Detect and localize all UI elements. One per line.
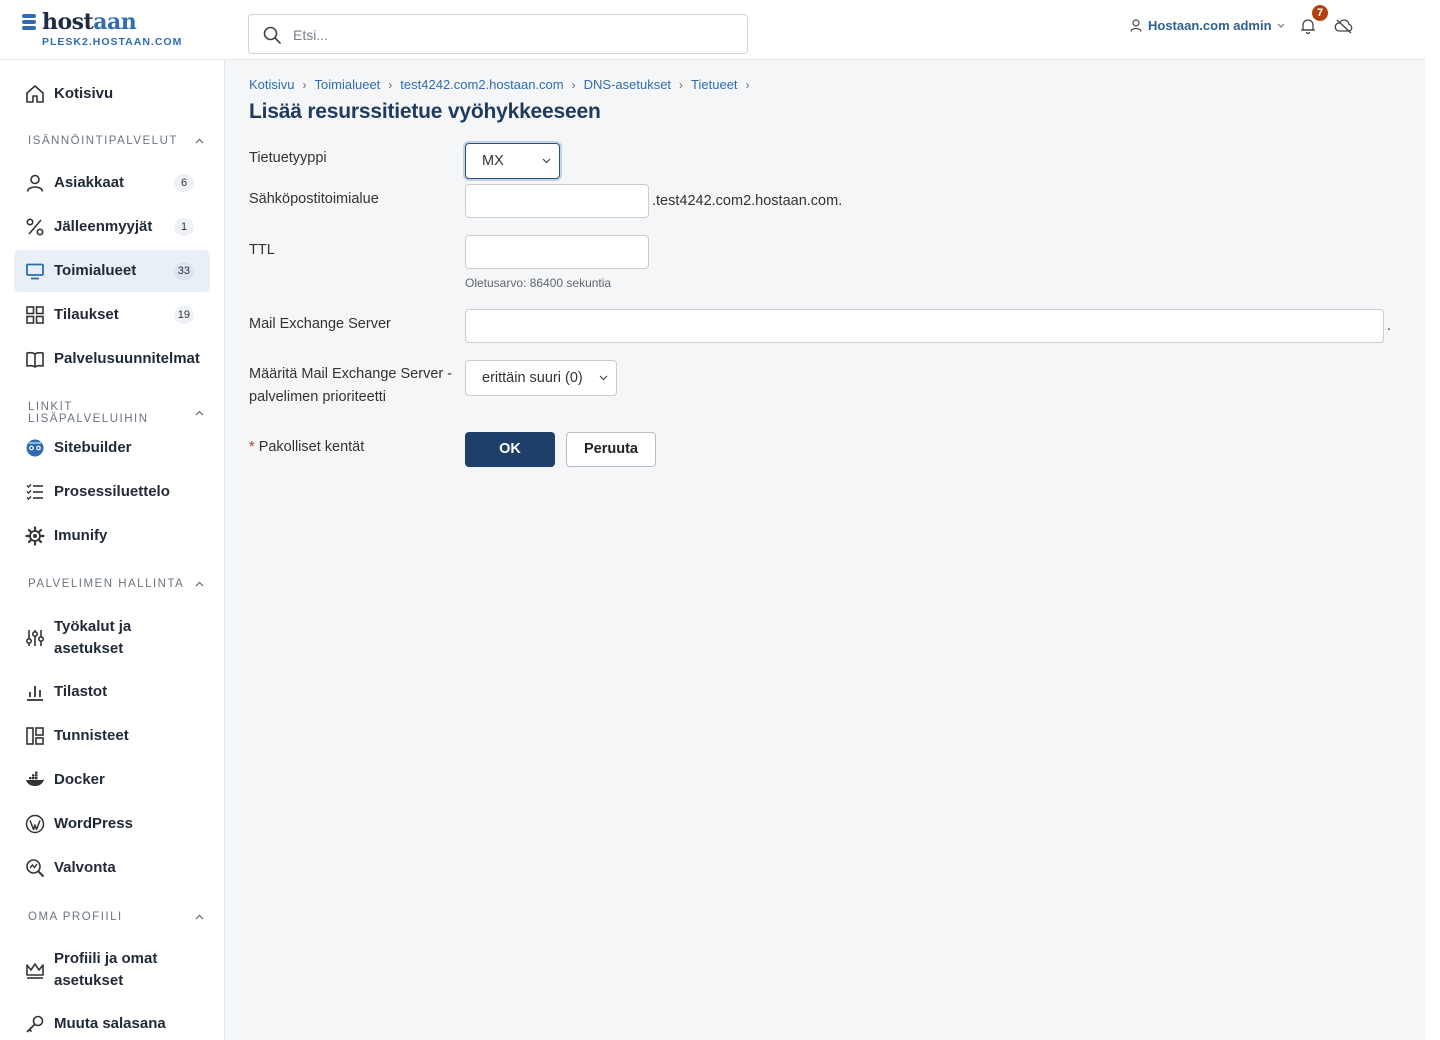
search-icon	[263, 26, 281, 44]
mx-server-input[interactable]	[465, 309, 1384, 343]
wordpress-icon	[24, 813, 46, 835]
brand-logo[interactable]: hostaan PLESK2.HOSTAAN.COM	[22, 10, 182, 48]
grid-icon	[24, 304, 46, 326]
sidebar-item-docker[interactable]: Docker	[14, 759, 210, 801]
mail-domain-label: Sähköpostitoimialue	[249, 191, 379, 207]
cancel-button[interactable]: Peruuta	[566, 432, 656, 467]
server-stack-icon	[22, 13, 36, 31]
breadcrumb: Kotisivu › Toimialueet › test4242.com2.h…	[249, 77, 758, 92]
gear-shield-icon	[24, 525, 46, 547]
sidebar-item-wordpress[interactable]: WordPress	[14, 803, 210, 845]
section-hosting-services[interactable]: ISÄNNÖINTIPALVELUT	[28, 135, 204, 147]
mail-domain-input[interactable]	[465, 184, 649, 218]
sidebar-item-customers[interactable]: Asiakkaat 6	[14, 162, 210, 204]
chevron-right-icon: ›	[745, 77, 750, 92]
monitor-icon	[24, 260, 46, 282]
cloud-status-button[interactable]	[1334, 17, 1354, 40]
breadcrumb-dns-settings[interactable]: DNS-asetukset	[584, 77, 671, 92]
sliders-icon	[24, 627, 46, 649]
chevron-up-icon	[195, 410, 204, 416]
chevron-right-icon: ›	[388, 77, 393, 92]
section-extension-links[interactable]: LINKIT LISÄPALVELUIHIN	[28, 401, 204, 425]
user-icon	[24, 172, 46, 194]
checklist-icon	[24, 481, 46, 503]
page-title: Lisää resurssitietue vyöhykkeeseen	[249, 100, 601, 123]
ok-button[interactable]: OK	[465, 432, 555, 467]
mail-domain-suffix: .test4242.com2.hostaan.com.	[652, 193, 843, 209]
crown-icon	[24, 959, 46, 981]
tag-blocks-icon	[24, 725, 46, 747]
sitebuilder-icon	[24, 437, 46, 459]
sidebar-item-profile-settings[interactable]: Profiili ja omat asetukset	[14, 945, 210, 995]
user-icon	[1130, 19, 1142, 32]
mx-server-label: Mail Exchange Server	[249, 316, 391, 332]
docker-icon	[24, 769, 46, 791]
record-type-label: Tietuetyyppi	[249, 150, 327, 166]
chevron-down-icon	[1277, 23, 1284, 28]
ttl-label: TTL	[249, 242, 275, 258]
breadcrumb-home[interactable]: Kotisivu	[249, 77, 295, 92]
priority-select[interactable]: erittäin suuri (0)	[465, 360, 617, 396]
user-name: Hostaan.com admin	[1148, 18, 1272, 33]
magnifier-chart-icon	[24, 857, 46, 879]
user-menu[interactable]: Hostaan.com admin	[1130, 18, 1291, 33]
home-icon	[24, 83, 46, 105]
breadcrumb-domains[interactable]: Toimialueet	[315, 77, 381, 92]
bar-chart-icon	[24, 681, 46, 703]
sidebar-item-statistics[interactable]: Tilastot	[14, 671, 210, 713]
main-content: Kotisivu › Toimialueet › test4242.com2.h…	[225, 60, 1425, 1040]
chevron-right-icon: ›	[571, 77, 576, 92]
sidebar-item-tools-settings[interactable]: Työkalut ja asetukset	[14, 613, 210, 663]
section-my-profile[interactable]: OMA PROFIILI	[28, 911, 204, 923]
breadcrumb-domain[interactable]: test4242.com2.hostaan.com	[400, 77, 563, 92]
server-hostname: PLESK2.HOSTAAN.COM	[42, 36, 183, 48]
count-badge: 6	[174, 174, 194, 192]
cloud-off-icon	[1334, 19, 1353, 34]
search-box[interactable]	[248, 14, 748, 54]
chevron-up-icon	[195, 581, 204, 587]
count-badge: 1	[174, 218, 194, 236]
sidebar-item-subscriptions[interactable]: Tilaukset 19	[14, 294, 210, 336]
sidebar-item-imunify[interactable]: Imunify	[14, 515, 210, 557]
count-badge: 33	[173, 262, 194, 280]
sidebar-item-monitoring[interactable]: Valvonta	[14, 847, 210, 889]
sidebar-item-sitebuilder[interactable]: Sitebuilder	[14, 427, 210, 469]
top-header: hostaan PLESK2.HOSTAAN.COM Hostaan.com a…	[0, 0, 1425, 60]
sidebar-item-process-list[interactable]: Prosessiluettelo	[14, 471, 210, 513]
chevron-down-icon	[542, 158, 551, 164]
chevron-up-icon	[195, 914, 204, 920]
brand-name: hostaan	[42, 9, 137, 35]
sidebar-item-home[interactable]: Kotisivu	[14, 73, 210, 115]
section-server-management[interactable]: PALVELIMEN HALLINTA	[28, 578, 204, 590]
required-fields-note: * Pakolliset kentät	[249, 439, 365, 455]
ttl-hint: Oletusarvo: 86400 sekuntia	[465, 276, 612, 290]
sidebar-item-tags[interactable]: Tunnisteet	[14, 715, 210, 757]
notification-count-badge: 7	[1312, 5, 1328, 21]
breadcrumb-records[interactable]: Tietueet	[691, 77, 738, 92]
book-icon	[24, 348, 46, 370]
sidebar-item-resellers[interactable]: Jälleenmyyjät 1	[14, 206, 210, 248]
percent-icon	[24, 216, 46, 238]
chevron-right-icon: ›	[679, 77, 684, 92]
ttl-input[interactable]	[465, 235, 649, 269]
sidebar-item-domains[interactable]: Toimialueet 33	[14, 250, 210, 292]
priority-label: Määritä Mail Exchange Server - palvelime…	[249, 366, 453, 405]
sidebar: Kotisivu ISÄNNÖINTIPALVELUT Asiakkaat 6 …	[0, 60, 225, 1040]
chevron-down-icon	[599, 375, 608, 381]
record-type-select[interactable]: MX	[465, 143, 560, 179]
search-input[interactable]	[293, 23, 733, 47]
mx-server-suffix: .	[1387, 318, 1392, 334]
sidebar-item-service-plans[interactable]: Palvelusuunnitelmat	[14, 338, 210, 380]
chevron-up-icon	[195, 138, 204, 144]
count-badge: 19	[173, 306, 194, 324]
page-edge	[1425, 0, 1440, 1040]
chevron-right-icon: ›	[302, 77, 307, 92]
sidebar-item-change-password[interactable]: Muuta salasana	[14, 1003, 210, 1040]
notifications-button[interactable]: 7	[1298, 5, 1328, 38]
key-icon	[24, 1013, 46, 1035]
